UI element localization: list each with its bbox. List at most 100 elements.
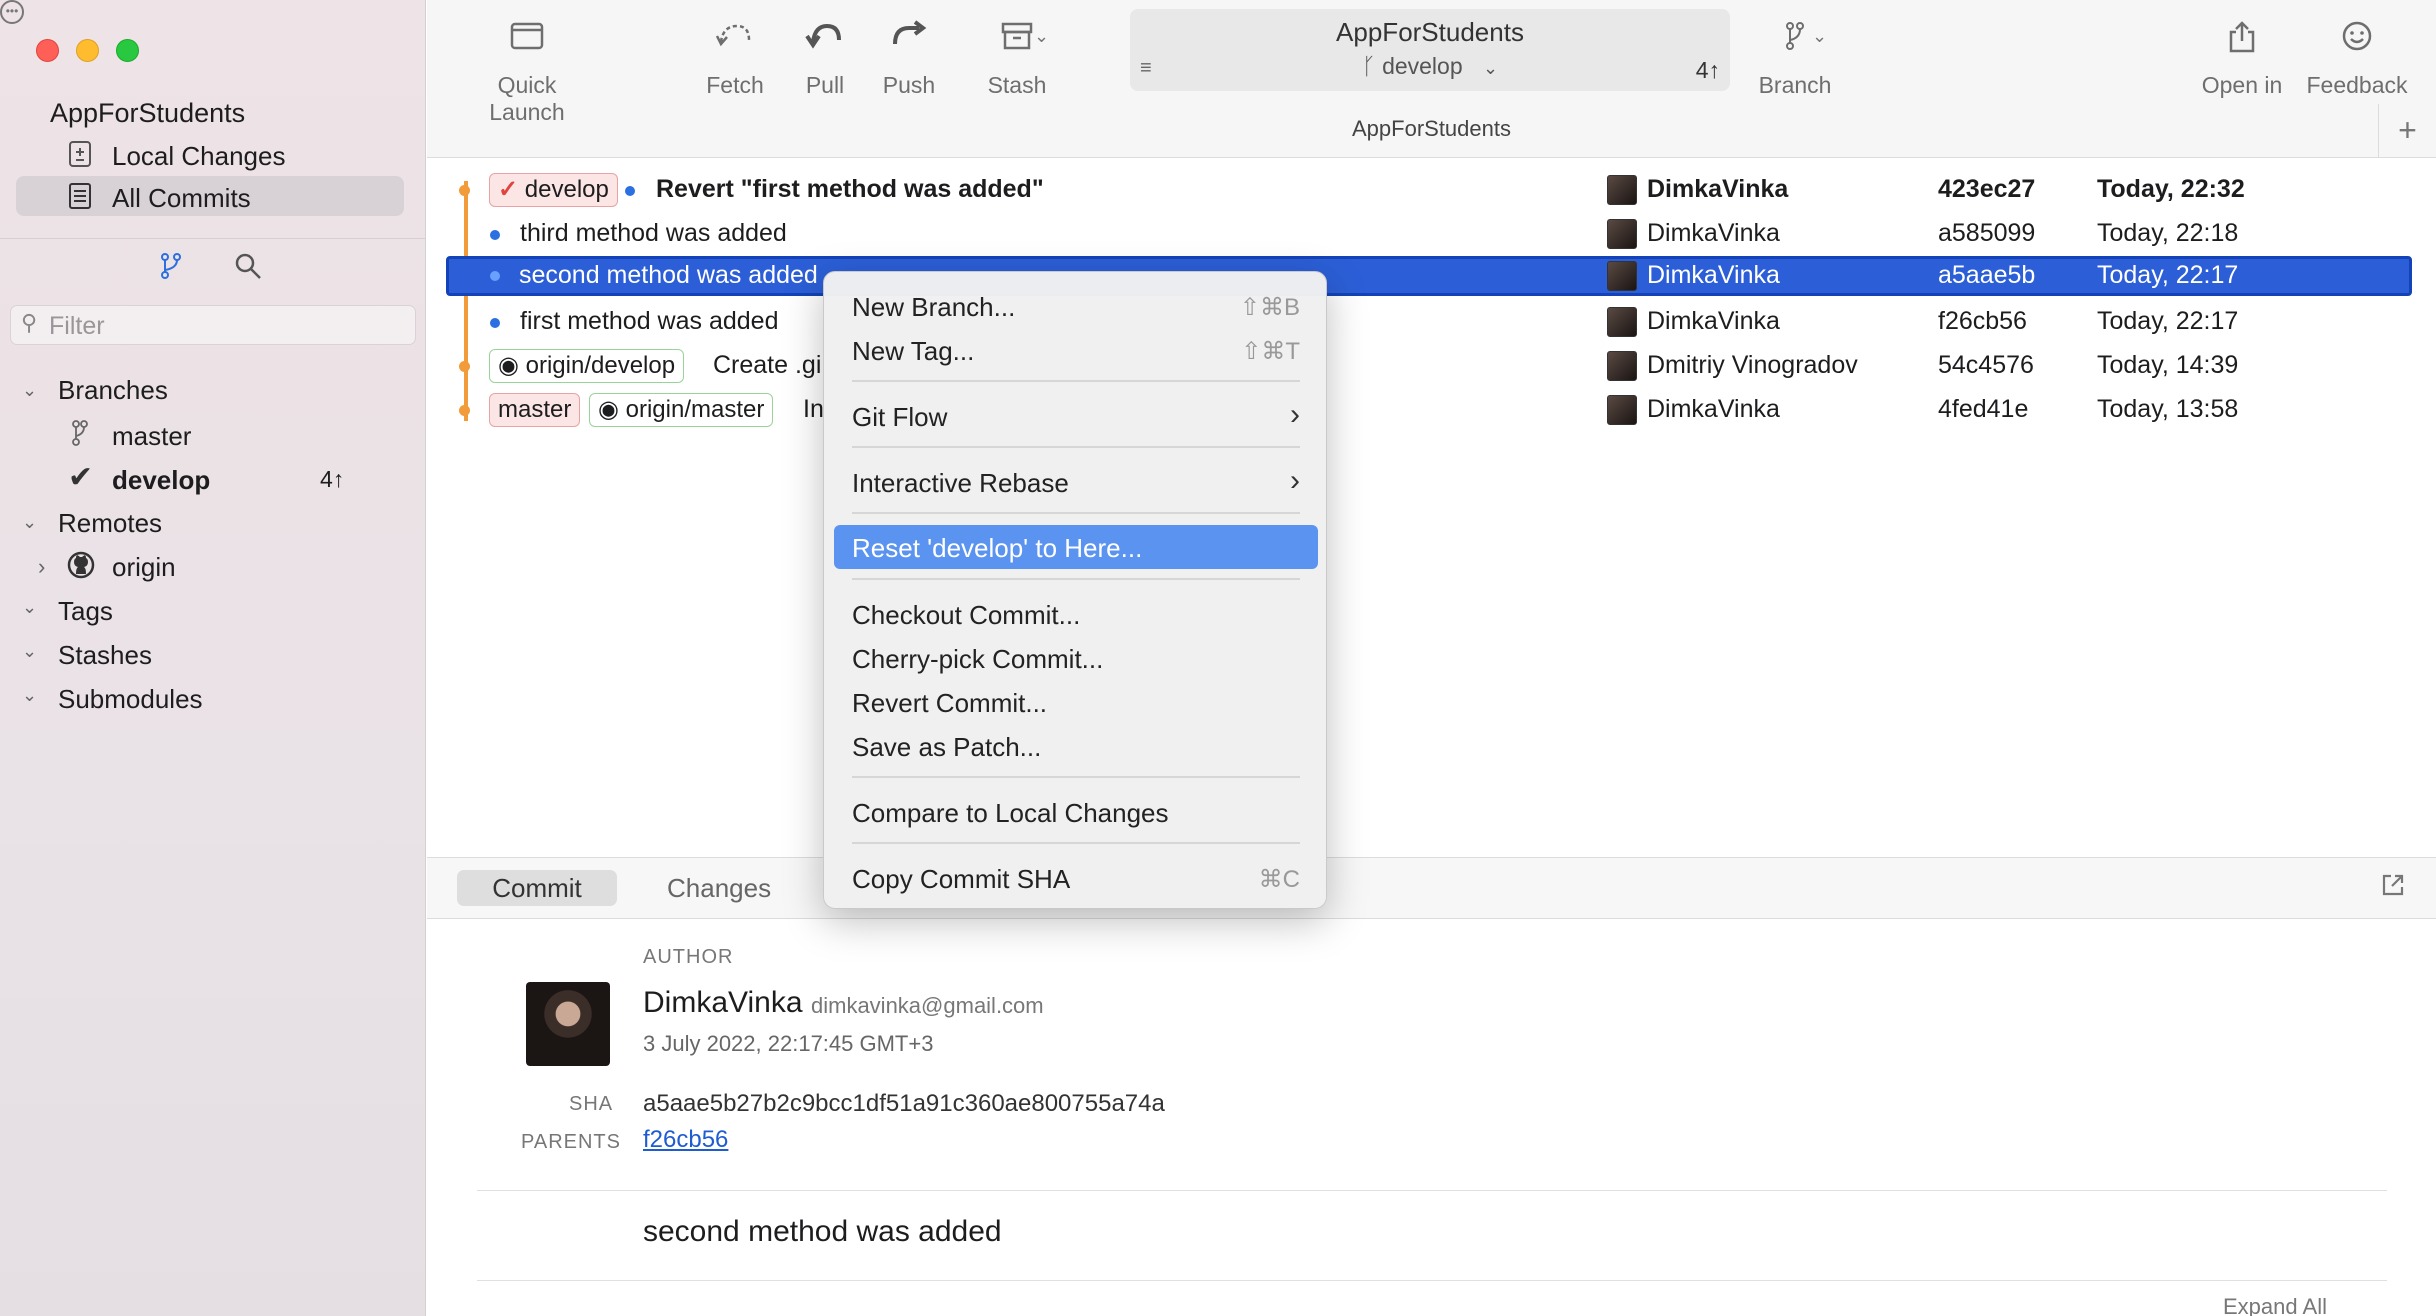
tab-commit[interactable]: Commit	[457, 870, 617, 906]
ref-label: origin/master	[625, 396, 765, 423]
graph-node	[490, 230, 500, 240]
tab-changes[interactable]: Changes	[667, 870, 771, 906]
section-submodules[interactable]: Submodules	[58, 684, 203, 715]
fetch-button[interactable]: Fetch	[685, 20, 785, 99]
menu-item-cherry-pick[interactable]: Cherry-pick Commit...	[834, 636, 1318, 680]
commit-message: second method was added	[519, 261, 818, 289]
fetch-label: Fetch	[706, 72, 764, 98]
graph-node	[459, 405, 470, 416]
share-icon	[2187, 20, 2297, 60]
fetch-icon	[685, 20, 785, 60]
push-label: Push	[882, 72, 936, 98]
sidebar: AppForStudents ••• Local Changes All Com…	[0, 0, 426, 1316]
search-tab-icon[interactable]	[234, 252, 262, 287]
ref-label: origin/develop	[525, 352, 676, 379]
popout-icon[interactable]	[2380, 872, 2406, 905]
section-stashes[interactable]: Stashes	[58, 640, 152, 671]
commit-detail: AUTHOR DimkaVinka dimkavinka@gmail.com 3…	[427, 920, 2436, 1316]
menu-item-checkout-commit[interactable]: Checkout Commit...	[834, 592, 1318, 636]
branch-item-develop[interactable]: develop	[112, 465, 210, 496]
expand-all-button[interactable]: Expand All	[2223, 1294, 2327, 1316]
table-row[interactable]: third method was added DimkaVinka a58509…	[447, 214, 2409, 256]
avatar	[1607, 261, 1637, 291]
table-row[interactable]: master ◉ origin/master In DimkaVinka 4fe…	[447, 390, 2409, 432]
chevron-down-icon[interactable]: ⌄	[22, 512, 37, 533]
feedback-button[interactable]: Feedback	[2297, 20, 2417, 99]
stash-label: Stash	[987, 72, 1047, 98]
branch-item-master[interactable]: master	[112, 421, 191, 452]
commit-date: Today, 14:39	[2097, 351, 2239, 379]
window-close-button[interactable]	[36, 39, 59, 62]
sidebar-item-local-changes[interactable]: Local Changes	[112, 141, 285, 172]
section-branches[interactable]: Branches	[58, 375, 168, 406]
ref-badge-develop[interactable]: ✓ develop	[489, 173, 618, 207]
commit-sha: 54c4576	[1938, 351, 2034, 379]
chevron-right-icon: ›	[1290, 398, 1300, 431]
table-row[interactable]: ✓ develop Revert "first method was added…	[447, 170, 2409, 212]
chevron-down-icon[interactable]: ⌄	[22, 380, 37, 401]
branch-dropdown-chevron-icon[interactable]: ⌄	[1812, 26, 1827, 47]
window-zoom-button[interactable]	[116, 39, 139, 62]
section-tags[interactable]: Tags	[58, 596, 113, 627]
chevron-down-icon[interactable]: ⌄	[22, 597, 37, 618]
push-button[interactable]: Push	[859, 20, 959, 99]
chevron-down-icon[interactable]: ⌄	[22, 685, 37, 706]
parent-link[interactable]: f26cb56	[643, 1126, 728, 1154]
quick-launch-button[interactable]: Quick Launch	[457, 20, 597, 126]
menu-separator	[852, 512, 1300, 514]
graph-node	[490, 318, 500, 328]
chevron-down-icon: ⌄	[1483, 58, 1499, 78]
author-email[interactable]: dimkavinka@gmail.com	[811, 993, 1044, 1019]
feedback-label: Feedback	[2306, 72, 2408, 98]
menu-item-git-flow[interactable]: Git Flow ›	[834, 394, 1318, 438]
table-row-selected[interactable]: second method was added DimkaVinka a5aae…	[446, 256, 2412, 296]
menu-item-interactive-rebase[interactable]: Interactive Rebase ›	[834, 460, 1318, 504]
menu-separator	[852, 842, 1300, 844]
open-in-button[interactable]: Open in	[2187, 20, 2297, 99]
repo-status-panel[interactable]: ≡ AppForStudents ᚴ develop ⌄ 4↑	[1130, 9, 1730, 91]
menu-item-new-tag[interactable]: New Tag... ⇧⌘T	[834, 328, 1318, 372]
repo-name[interactable]: AppForStudents	[50, 98, 245, 129]
menu-item-label: Cherry-pick Commit...	[852, 644, 1104, 674]
branch-button[interactable]: Branch	[1745, 20, 1845, 99]
table-row[interactable]: ◉ origin/develop Create .gi Dmitriy Vino…	[447, 346, 2409, 388]
commit-message: In	[803, 395, 824, 423]
menu-item-label: Copy Commit SHA	[852, 864, 1071, 894]
chevron-right-icon[interactable]: ›	[38, 554, 45, 580]
table-row[interactable]: first method was added DimkaVinka f26cb5…	[447, 302, 2409, 344]
open-in-label: Open in	[2201, 72, 2283, 98]
menu-item-compare-local[interactable]: Compare to Local Changes	[834, 790, 1318, 834]
chevron-down-icon[interactable]: ⌄	[22, 641, 37, 662]
sidebar-item-all-commits[interactable]: All Commits	[112, 183, 251, 214]
graph-node	[459, 361, 470, 372]
ref-badge-master[interactable]: master	[489, 393, 581, 427]
ref-badge-origin-develop[interactable]: ◉ origin/develop	[489, 349, 685, 383]
filter-input[interactable]: ⚲ Filter	[10, 305, 416, 345]
window-icon	[457, 20, 597, 60]
ahead-count: 4↑	[1695, 57, 1720, 83]
add-tab-button[interactable]: +	[2378, 104, 2436, 158]
commit-author: DimkaVinka	[1647, 261, 1780, 289]
branch-ahead-count: 4↑	[320, 466, 345, 492]
graph-node	[490, 271, 500, 281]
stash-button[interactable]: Stash	[967, 20, 1067, 99]
menu-item-new-branch[interactable]: New Branch... ⇧⌘B	[834, 284, 1318, 328]
section-remotes[interactable]: Remotes	[58, 508, 162, 539]
commit-author: DimkaVinka	[1647, 395, 1780, 423]
window-minimize-button[interactable]	[76, 39, 99, 62]
menu-item-copy-sha[interactable]: Copy Commit SHA ⌘C	[834, 856, 1318, 900]
menu-item-reset-develop[interactable]: Reset 'develop' to Here...	[834, 525, 1318, 569]
parents-label: PARENTS	[521, 1131, 621, 1153]
ref-badge-origin-master[interactable]: ◉ origin/master	[589, 393, 774, 427]
branch-icon	[1745, 20, 1845, 60]
menu-item-revert-commit[interactable]: Revert Commit...	[834, 680, 1318, 724]
repo-more-icon[interactable]: •••	[0, 0, 24, 24]
remote-item-origin[interactable]: origin	[112, 552, 176, 583]
menu-item-save-patch[interactable]: Save as Patch...	[834, 724, 1318, 768]
commit-author: DimkaVinka	[1647, 307, 1780, 335]
graph-node	[625, 186, 635, 196]
branches-tab-icon[interactable]	[160, 252, 182, 287]
current-branch[interactable]: ᚴ develop ⌄	[1130, 53, 1730, 80]
stash-dropdown-chevron-icon[interactable]: ⌄	[1034, 26, 1049, 47]
tab-appforstudents[interactable]: AppForStudents	[427, 116, 2436, 142]
